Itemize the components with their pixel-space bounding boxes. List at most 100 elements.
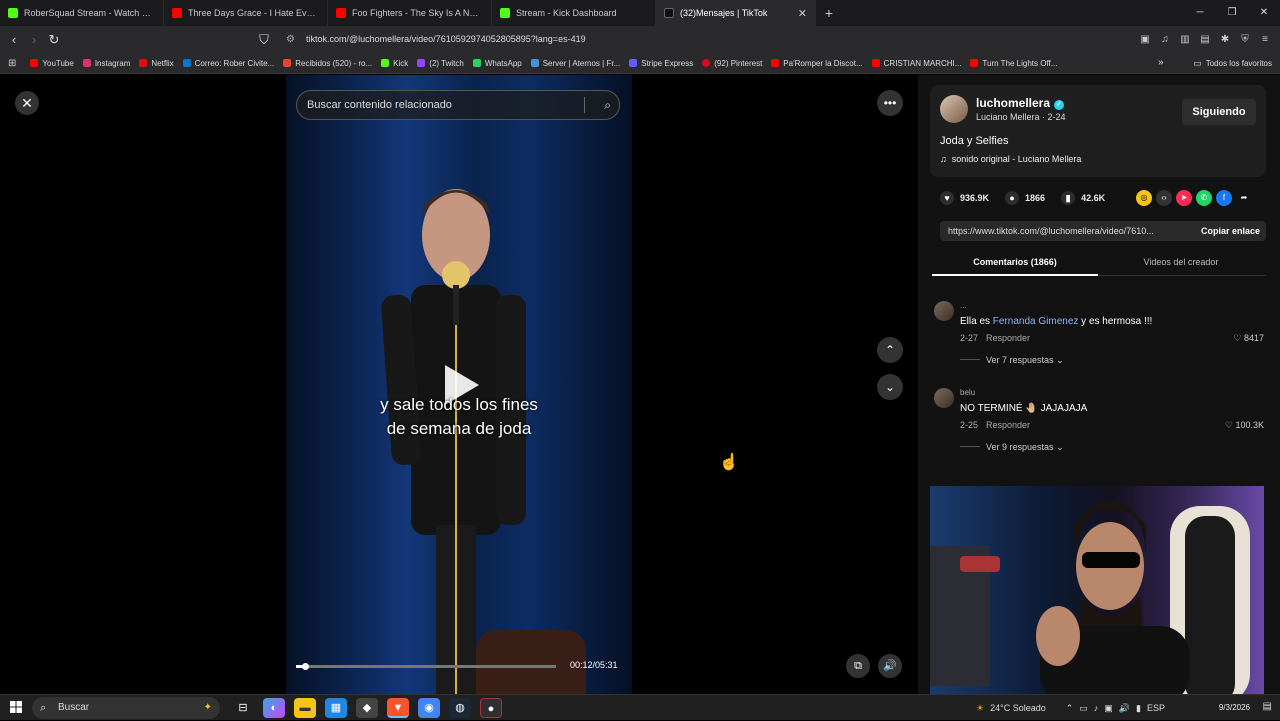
view-replies-button[interactable]: Ver 9 respuestas ⌄ [960,442,1064,453]
close-icon[interactable]: ✕ [15,91,39,115]
screenshot-icon[interactable]: ▣ [1138,34,1152,45]
forward-icon[interactable]: › [24,32,44,47]
save-button[interactable]: ▮ 42.6K [1061,191,1105,205]
creator-avatar[interactable] [940,95,968,123]
weather-icon[interactable]: ☀ [976,703,984,714]
search-icon[interactable]: ⌕ [604,91,611,119]
next-video-button[interactable]: ⌄ [877,374,903,400]
comment-mention[interactable]: Fernanda Gimenez [993,316,1079,327]
related-search-input[interactable]: Buscar contenido relacionado ⌕ [296,90,620,120]
volume-tray-icon[interactable]: 🔊 [1119,703,1130,714]
commenter-avatar[interactable] [934,388,954,408]
taskbar-search[interactable]: ⌕ Buscar ✦ [32,697,220,719]
browser-tab-active[interactable]: (32)Mensajes | TikTok ✕ [656,0,816,26]
bookmark-item[interactable]: Recibidos (520) - ro... [283,59,372,68]
weather-text[interactable]: 24°C Soleado [990,703,1046,713]
close-window-icon[interactable]: ✕ [1248,0,1280,26]
browser-tab[interactable]: RoberSquad Stream - Watch Live [0,0,164,26]
store-icon[interactable]: ▦ [325,698,347,718]
bookmark-item[interactable]: (2) Twitch [417,59,464,68]
browser-tab[interactable]: Three Days Grace - I Hate Everything [164,0,328,26]
close-tab-icon[interactable]: ✕ [798,7,807,20]
chrome-icon[interactable]: ◉ [418,698,440,718]
pip-icon[interactable]: ⧉ [846,654,870,678]
minimize-icon[interactable]: ─ [1184,0,1216,26]
network-icon[interactable]: ▭ [1079,703,1088,714]
reload-icon[interactable]: ↻ [44,32,64,48]
windows-start-icon[interactable] [10,701,22,713]
more-options-button[interactable]: ••• [877,90,903,116]
tray-overflow-icon[interactable]: ⌃ [1066,703,1074,714]
previous-video-button[interactable]: ⌃ [877,337,903,363]
creator-handle[interactable]: luchomellera ✓ [976,96,1065,110]
bookmark-item[interactable]: Kick [381,59,408,68]
bookmark-item[interactable]: CRISTIAN MARCHI... [871,59,961,68]
display-icon[interactable]: ▣ [1104,703,1113,714]
notifications-icon[interactable]: ▤ [1263,701,1272,712]
browser-tab[interactable]: Foo Fighters - The Sky Is A Neighbor [328,0,492,26]
facebook-share-icon[interactable]: f [1216,190,1232,206]
whatsapp-share-icon[interactable]: ✆ [1196,190,1212,206]
task-view-icon[interactable]: ⊟ [232,698,254,718]
more-bookmarks-icon[interactable]: » [1158,57,1164,68]
share-link-field[interactable]: https://www.tiktok.com/@luchomellera/vid… [940,221,1266,241]
commenter-name[interactable]: belu [960,388,975,397]
view-replies-button[interactable]: Ver 7 respuestas ⌄ [960,355,1064,366]
send-icon[interactable]: ➤ [1176,190,1192,206]
comment-button[interactable]: ● 1866 [1005,191,1045,205]
obs-icon[interactable]: ● [480,698,502,718]
steam-icon[interactable]: ◍ [449,698,471,718]
following-button[interactable]: Siguiendo [1182,99,1256,125]
bookmark-item[interactable]: Instagram [82,59,130,68]
bookmark-item[interactable]: (92) Pinterest [702,59,762,68]
vpn-icon[interactable]: ⛨ [1238,34,1252,45]
chevron-down-icon: ⌄ [1056,442,1064,452]
apps-grid-icon[interactable]: ⊞ [8,58,16,69]
bookmark-item[interactable]: Pa'Romper la Discot... [771,59,863,68]
bookmark-item[interactable]: Netflix [139,59,174,68]
wallet-icon[interactable]: ▤ [1198,34,1212,45]
tab-creator-videos[interactable]: Videos del creador [1098,252,1264,272]
embed-icon[interactable]: ‹› [1156,190,1172,206]
share-arrow-icon[interactable]: ➦ [1236,190,1252,206]
app-icon[interactable]: ◆ [356,698,378,718]
taskbar-clock[interactable]: 9/3/2026 [1200,701,1250,714]
music-link[interactable]: ♫ sonido original - Luciano Mellera [940,154,1081,164]
reply-button[interactable]: Responder [986,333,1030,343]
language-indicator[interactable]: ESP [1147,703,1165,713]
brave-browser-icon[interactable]: ▼ [387,698,409,718]
bookmark-item[interactable]: Server | Aternos | Fr... [530,59,620,68]
bookmark-icon[interactable]: ⛉ [254,32,274,48]
restore-icon[interactable]: ❐ [1216,0,1248,26]
volume-icon[interactable]: 🔊 [878,654,902,678]
comment-like-button[interactable]: ♡ 100.3K [1225,420,1264,431]
copy-link-button[interactable]: Copiar enlace [1192,221,1260,241]
menu-icon[interactable]: ≡ [1258,34,1272,45]
extensions-icon[interactable]: ✱ [1218,34,1232,45]
like-button[interactable]: ♥ 936.9K [940,191,989,205]
url-field[interactable]: ⚙ tiktok.com/@luchomellera/video/7610592… [280,30,1000,49]
new-tab-button[interactable]: + [816,5,842,21]
music-icon[interactable]: ♫ [1158,34,1172,45]
video-progress-bar[interactable] [296,663,556,670]
bookmark-item[interactable]: Correo: Rober Civite... [182,59,274,68]
back-icon[interactable]: ‹ [4,32,24,47]
bookmark-item[interactable]: YouTube [30,59,74,68]
tab-comments[interactable]: Comentarios (1866) [932,252,1098,276]
browser-tab[interactable]: Stream - Kick Dashboard [492,0,656,26]
bookmark-item[interactable]: WhatsApp [472,59,522,68]
battery-icon[interactable]: ▮ [1136,703,1141,714]
bookmark-item[interactable]: Stripe Express [629,59,693,68]
coin-icon[interactable]: ◎ [1136,190,1152,206]
sidebar-icon[interactable]: ▥ [1178,34,1192,45]
site-info-icon[interactable]: ⚙ [286,30,295,49]
copilot-icon[interactable]: ◐ [263,698,285,718]
reply-button[interactable]: Responder [986,420,1030,430]
bookmark-item[interactable]: Turn The Lights Off... [970,59,1057,68]
commenter-avatar[interactable] [934,301,954,321]
commenter-name[interactable]: ... [960,301,967,310]
microphone-icon[interactable]: ♪ [1094,703,1099,713]
comment-like-button[interactable]: ♡ 8417 [1233,333,1264,344]
all-bookmarks-button[interactable]: ▭ Todos los favoritos [1193,53,1272,74]
file-explorer-icon[interactable]: ▬ [294,698,316,718]
